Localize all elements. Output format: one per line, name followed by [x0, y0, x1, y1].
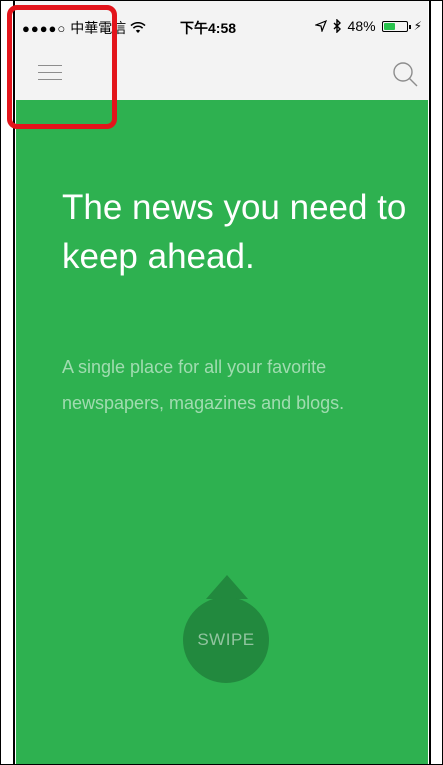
- screenshot-frame: ●●●●○ 中華電信 下午4:58 48% ⚡ The news you nee…: [0, 0, 443, 765]
- battery-percent: 48%: [347, 18, 376, 34]
- menu-button[interactable]: [28, 57, 76, 93]
- right-border: [429, 1, 431, 764]
- swipe-up-arrow-icon: [206, 575, 248, 599]
- menu-icon-line: [38, 72, 62, 73]
- carrier-info: ●●●●○ 中華電信: [22, 18, 146, 38]
- menu-icon-line: [38, 79, 62, 80]
- battery-fill: [383, 22, 395, 30]
- hamburger-menu-icon: [38, 65, 62, 66]
- carrier-name: 中華電信: [70, 20, 127, 36]
- charging-icon: ⚡: [413, 19, 422, 33]
- location-arrow-icon: [314, 20, 327, 32]
- swipe-button[interactable]: SWIPE: [183, 597, 269, 683]
- search-icon: [393, 62, 418, 87]
- subtitle: A single place for all your favorite new…: [62, 357, 345, 413]
- left-border: [13, 1, 15, 764]
- headline: The news you need to keep ahead.: [62, 188, 407, 276]
- swipe-label: SWIPE: [197, 630, 255, 649]
- bluetooth-icon: [333, 19, 341, 33]
- status-bar: ●●●●○ 中華電信 下午4:58 48% ⚡: [16, 1, 428, 43]
- app-screen: ●●●●○ 中華電信 下午4:58 48% ⚡ The news you nee…: [16, 1, 428, 764]
- status-right: 48% ⚡: [314, 18, 422, 34]
- search-button[interactable]: [388, 57, 424, 93]
- swipe-control[interactable]: SWIPE: [179, 575, 274, 695]
- signal-strength: ●●●●○: [22, 20, 67, 36]
- status-time: 下午4:58: [180, 20, 237, 36]
- wifi-icon: [130, 22, 146, 33]
- battery-icon: [381, 20, 411, 32]
- navigation-bar: [16, 43, 428, 100]
